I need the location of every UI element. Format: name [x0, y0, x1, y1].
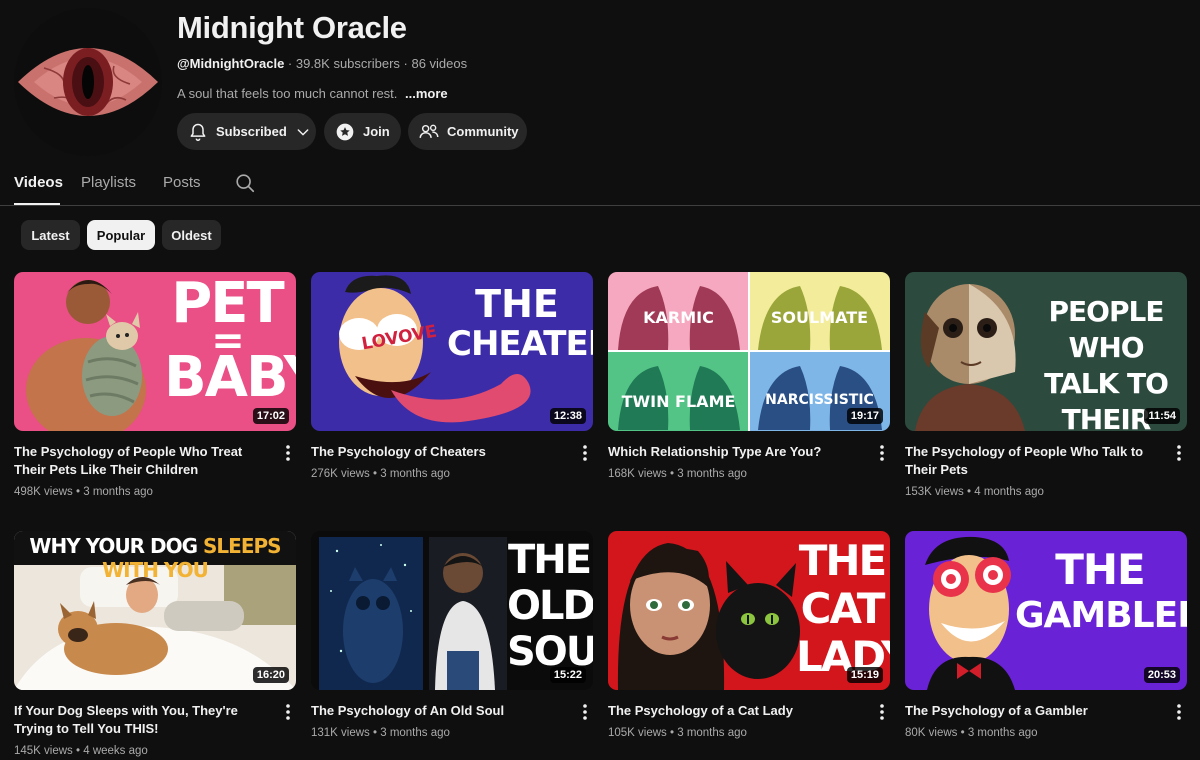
video-thumbnail[interactable]: THE GAMBLER 20:53	[905, 531, 1187, 690]
search-icon[interactable]	[234, 172, 256, 194]
star-badge-icon	[336, 123, 354, 140]
video-card[interactable]: WHY YOUR DOG SLEEPS WITH YOU 16:20 If Yo…	[14, 531, 296, 760]
video-duration: 19:17	[846, 408, 883, 424]
video-title[interactable]: The Psychology of An Old Soul	[311, 702, 573, 720]
channel-tabs: Videos Playlists Posts	[0, 160, 1200, 206]
channel-description[interactable]: A soul that feels too much cannot rest. …	[177, 86, 448, 101]
thumbnail-text: WHY YOUR DOG SLEEPS WITH YOU	[29, 534, 281, 582]
video-card[interactable]: THE GAMBLER 20:53 The Psychology of a Ga…	[905, 531, 1187, 760]
tab-posts[interactable]: Posts	[163, 174, 201, 191]
video-title[interactable]: The Psychology of a Gambler	[905, 702, 1167, 720]
more-options-icon[interactable]	[577, 443, 593, 463]
video-card[interactable]: THE CAT LADY 15:19 The Psychology of a C…	[608, 531, 890, 760]
more-options-icon[interactable]	[1171, 443, 1187, 463]
channel-title: Midnight Oracle	[177, 10, 407, 45]
video-thumbnail[interactable]: KARMIC SOULMATE TWIN FLAME NARCISSISTIC …	[608, 272, 890, 431]
video-duration: 20:53	[1143, 667, 1180, 683]
video-meta: 80K views • 3 months ago	[905, 727, 1038, 739]
description-text: A soul that feels too much cannot rest.	[177, 86, 398, 101]
tab-videos[interactable]: Videos	[14, 174, 63, 191]
video-title[interactable]: If Your Dog Sleeps with You, They're Try…	[14, 702, 276, 738]
video-meta: 145K views • 4 weeks ago	[14, 745, 148, 757]
thumbnail-label-twin-flame: TWIN FLAME	[621, 392, 736, 411]
video-thumbnail[interactable]: LOVOVE THE CHEATER 12:38	[311, 272, 593, 431]
video-title[interactable]: The Psychology of People Who Treat Their…	[14, 443, 276, 479]
video-thumbnail[interactable]: WHY YOUR DOG SLEEPS WITH YOU 16:20	[14, 531, 296, 690]
chip-oldest[interactable]: Oldest	[162, 220, 221, 250]
video-thumbnail[interactable]: THE OLD SOUL 15:22	[311, 531, 593, 690]
more-options-icon[interactable]	[280, 702, 296, 722]
video-duration: 15:19	[846, 667, 883, 683]
video-thumbnail[interactable]: THE CAT LADY 15:19	[608, 531, 890, 690]
channel-handle: @MidnightOracle	[177, 56, 285, 71]
video-meta: 153K views • 4 months ago	[905, 486, 1044, 498]
red-eye-icon	[14, 8, 162, 156]
subscribed-button[interactable]: Subscribed	[177, 113, 316, 150]
join-label: Join	[363, 124, 390, 139]
video-card[interactable]: PET = BABY 17:02 The Psychology of Peopl…	[14, 272, 296, 504]
video-card[interactable]: THE OLD SOUL 15:22 The Psychology of An …	[311, 531, 593, 760]
join-button[interactable]: Join	[324, 113, 401, 150]
thumbnail-label-karmic: KARMIC	[643, 308, 714, 327]
more-link[interactable]: ...more	[405, 86, 448, 101]
video-card[interactable]: KARMIC SOULMATE TWIN FLAME NARCISSISTIC …	[608, 272, 890, 504]
community-button[interactable]: Community	[408, 113, 527, 150]
community-label: Community	[447, 124, 519, 139]
video-meta: 276K views • 3 months ago	[311, 468, 450, 480]
thumbnail-text: PET = BABY	[164, 272, 296, 410]
video-duration: 16:20	[252, 667, 289, 683]
chevron-down-icon	[297, 128, 309, 135]
video-meta: 168K views • 3 months ago	[608, 468, 747, 480]
channel-stats: · 39.8K subscribers · 86 videos	[287, 56, 468, 71]
video-meta: 498K views • 3 months ago	[14, 486, 153, 498]
video-thumbnail[interactable]: PEOPLE WHO TALK TO THEIR PETS 11:54	[905, 272, 1187, 431]
more-options-icon[interactable]	[280, 443, 296, 463]
thumbnail-text: THE CHEATER	[447, 282, 593, 364]
people-icon	[419, 124, 439, 138]
video-meta: 131K views • 3 months ago	[311, 727, 450, 739]
active-tab-indicator	[14, 203, 60, 205]
more-options-icon[interactable]	[577, 702, 593, 722]
tab-playlists[interactable]: Playlists	[81, 174, 136, 191]
subscribed-label: Subscribed	[216, 124, 287, 139]
video-card[interactable]: LOVOVE THE CHEATER 12:38 The Psychology …	[311, 272, 593, 504]
bell-icon	[190, 123, 206, 141]
more-options-icon[interactable]	[874, 702, 890, 722]
video-title[interactable]: Which Relationship Type Are You?	[608, 443, 870, 461]
video-duration: 15:22	[549, 667, 586, 683]
video-title[interactable]: The Psychology of a Cat Lady	[608, 702, 870, 720]
thumbnail-text: THE OLD SOUL	[507, 537, 593, 675]
video-title[interactable]: The Psychology of People Who Talk to The…	[905, 443, 1167, 479]
video-meta: 105K views • 3 months ago	[608, 727, 747, 739]
more-options-icon[interactable]	[1171, 702, 1187, 722]
chip-popular[interactable]: Popular	[87, 220, 155, 250]
video-card[interactable]: PEOPLE WHO TALK TO THEIR PETS 11:54 The …	[905, 272, 1187, 504]
video-duration: 11:54	[1144, 408, 1180, 424]
video-title[interactable]: The Psychology of Cheaters	[311, 443, 573, 461]
video-duration: 12:38	[549, 408, 586, 424]
channel-meta: @MidnightOracle · 39.8K subscribers · 86…	[177, 56, 467, 71]
channel-header: Midnight Oracle @MidnightOracle · 39.8K …	[0, 0, 1200, 160]
chip-latest[interactable]: Latest	[21, 220, 80, 250]
video-duration: 17:02	[252, 408, 289, 424]
thumbnail-label-narcissistic: NARCISSISTIC	[765, 392, 874, 408]
thumbnail-text: THE GAMBLER	[1015, 545, 1187, 637]
channel-avatar[interactable]	[14, 8, 162, 156]
video-thumbnail[interactable]: PET = BABY 17:02	[14, 272, 296, 431]
thumbnail-text: THE CAT LADY	[796, 536, 890, 681]
thumbnail-label-soulmate: SOULMATE	[770, 308, 869, 327]
more-options-icon[interactable]	[874, 443, 890, 463]
